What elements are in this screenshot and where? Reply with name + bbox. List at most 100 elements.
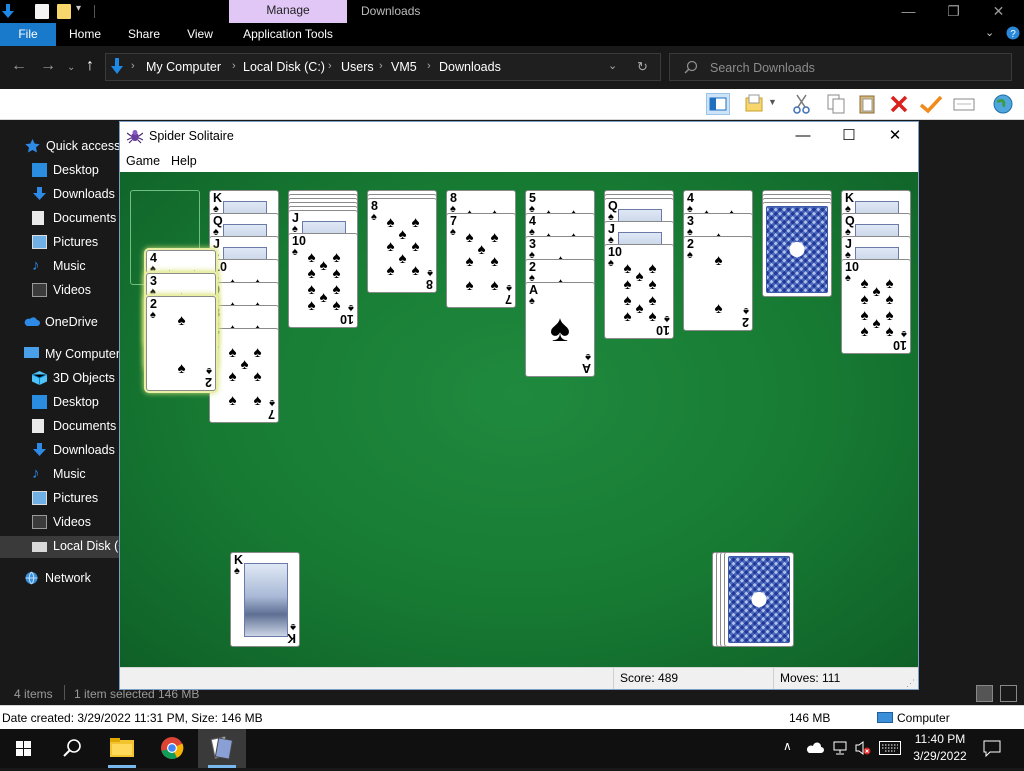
navigation-pane: Quick access Desktop Downloads Documents…: [0, 120, 127, 682]
refresh-icon[interactable]: ↻: [637, 59, 648, 75]
spade-icon: ♠: [465, 277, 474, 294]
nav-local-disk[interactable]: Local Disk (C: [0, 536, 127, 558]
minimize-button[interactable]: —: [886, 0, 931, 23]
card-10-of-spades[interactable]: 10♠10♠♠♠♠♠♠♠♠♠♠♠: [288, 233, 358, 328]
explorer-titlebar: ▾ Manage Downloads — ❐ ✕: [0, 0, 1024, 23]
help-icon[interactable]: ?: [1006, 26, 1020, 43]
breadcrumb-separator: ›: [131, 60, 135, 72]
score-display: Score: 489: [613, 668, 773, 689]
download-arrow-icon[interactable]: [1, 4, 15, 19]
recent-locations-icon[interactable]: ⌄: [67, 60, 75, 76]
chevron-down-icon[interactable]: ▼: [768, 97, 782, 119]
card-2-of-spades[interactable]: 2♠2♠♠♠: [683, 236, 753, 331]
expand-ribbon-icon[interactable]: ⌄: [985, 26, 994, 39]
onedrive-tray-icon[interactable]: [806, 742, 824, 757]
file-explorer-icon[interactable]: [98, 729, 146, 768]
network-tray-icon[interactable]: [832, 740, 848, 759]
pictures-icon: [32, 491, 47, 505]
card-back-pattern: [728, 556, 790, 643]
properties-icon[interactable]: [35, 4, 49, 19]
card-10-of-spades[interactable]: 10♠10♠♠♠♠♠♠♠♠♠♠♠: [604, 244, 674, 339]
search-icon[interactable]: [48, 729, 96, 768]
card-index: 2 ♠: [529, 260, 536, 284]
volume-muted-icon[interactable]: [855, 740, 871, 759]
breadcrumb-local-disk[interactable]: Local Disk (C:): [243, 60, 325, 74]
start-icon[interactable]: [0, 729, 48, 768]
card-k-of-spades[interactable]: K♠ K♠: [230, 552, 300, 647]
spade-icon: ♠: [648, 292, 657, 309]
rename-icon[interactable]: [952, 93, 976, 115]
details-view-icon[interactable]: [976, 685, 993, 702]
card-7-of-spades[interactable]: 7♠7♠♠♠♠♠♠♠♠: [446, 213, 516, 308]
tab-file[interactable]: File: [0, 23, 56, 46]
copy-icon[interactable]: [825, 93, 849, 115]
close-button[interactable]: ✕: [976, 0, 1021, 23]
spade-icon: ♠: [885, 307, 894, 324]
chrome-icon[interactable]: [148, 729, 196, 768]
clock-date[interactable]: 3/29/2022: [910, 749, 970, 763]
notifications-icon[interactable]: [983, 740, 1001, 760]
large-icons-view-icon[interactable]: [1000, 685, 1017, 702]
clock-time[interactable]: 11:40 PM: [910, 732, 970, 746]
breadcrumb-separator[interactable]: ›: [427, 60, 431, 72]
breadcrumb-vm5[interactable]: VM5: [391, 60, 417, 74]
spade-icon: ♠: [490, 253, 499, 270]
card-2-of-spades[interactable]: 2♠2♠♠♠: [146, 296, 216, 391]
solitaire-close-button[interactable]: ✕: [872, 122, 918, 150]
resize-grip-icon[interactable]: ⋰: [906, 678, 915, 689]
card-index: K ♠: [234, 553, 244, 577]
card-8-of-spades[interactable]: 8♠8♠♠♠♠♠♠♠♠♠: [367, 198, 437, 293]
spade-icon: ♠: [332, 249, 341, 266]
manage-tab[interactable]: Manage: [229, 0, 347, 23]
card-index: 3 ♠: [529, 237, 536, 261]
card-index: Q ♠: [845, 214, 855, 238]
customize-quick-access-icon[interactable]: ▾: [76, 3, 81, 14]
item-count: 4 items: [14, 687, 53, 701]
window-title: Downloads: [361, 4, 421, 18]
up-button[interactable]: ↑: [86, 58, 94, 74]
drive-icon: [32, 542, 47, 552]
spade-icon: ♠: [253, 344, 262, 361]
spade-icon: ♠: [253, 392, 262, 409]
tab-home[interactable]: Home: [62, 23, 108, 46]
search-input[interactable]: Search Downloads: [669, 53, 1012, 81]
show-hidden-icons-icon[interactable]: ∧: [783, 739, 792, 753]
tab-share[interactable]: Share: [122, 23, 166, 46]
keyboard-icon[interactable]: [879, 741, 901, 758]
folder-options-icon[interactable]: [744, 93, 768, 115]
breadcrumb-separator[interactable]: ›: [328, 60, 332, 72]
back-button[interactable]: ←: [11, 58, 27, 74]
breadcrumb-users[interactable]: Users: [341, 60, 374, 74]
maximize-button[interactable]: ❐: [931, 0, 976, 23]
menu-help[interactable]: Help: [171, 154, 197, 168]
tab-application-tools[interactable]: Application Tools: [236, 23, 340, 46]
delete-icon[interactable]: [888, 93, 912, 115]
menu-game[interactable]: Game: [126, 154, 160, 168]
card-a-of-spades[interactable]: A ♠ A ♠ ♠: [525, 282, 595, 377]
breadcrumb-downloads[interactable]: Downloads: [439, 60, 501, 74]
breadcrumb-separator[interactable]: ›: [232, 60, 236, 72]
face-down-card[interactable]: [762, 202, 832, 297]
paste-icon[interactable]: [856, 93, 880, 115]
cut-icon[interactable]: [791, 93, 815, 115]
card-10-of-spades[interactable]: 10♠10♠♠♠♠♠♠♠♠♠♠♠: [841, 259, 911, 354]
forward-button[interactable]: →: [40, 58, 56, 74]
spade-icon: ♠: [885, 275, 894, 292]
address-dropdown-icon[interactable]: ⌄: [608, 59, 617, 72]
card-index-inverted: 8♠: [426, 267, 433, 291]
globe-icon[interactable]: [991, 93, 1015, 115]
new-folder-icon[interactable]: [57, 4, 71, 19]
solitaire-maximize-button[interactable]: ☐: [826, 122, 872, 150]
tab-view[interactable]: View: [180, 23, 220, 46]
solitaire-minimize-button[interactable]: —: [780, 122, 826, 150]
desktop-icon: [32, 163, 47, 177]
checkmark-icon[interactable]: [919, 93, 943, 115]
preview-pane-icon[interactable]: [706, 93, 730, 115]
address-bar[interactable]: › My Computer › Local Disk (C:) › Users …: [105, 53, 661, 81]
game-board[interactable]: K♠K♠Q♠Q♠J♠J♠10♠10♠♠♠♠♠♠♠♠♠♠♠9♠9♠♠♠♠♠♠♠♠♠…: [120, 172, 918, 667]
breadcrumb-separator[interactable]: ›: [379, 60, 383, 72]
spider-solitaire-icon[interactable]: [198, 729, 246, 768]
card-7-of-spades[interactable]: 7♠7♠♠♠♠♠♠♠♠: [209, 328, 279, 423]
stock-pile-card[interactable]: [724, 552, 794, 647]
breadcrumb-my-computer[interactable]: My Computer: [146, 60, 221, 74]
